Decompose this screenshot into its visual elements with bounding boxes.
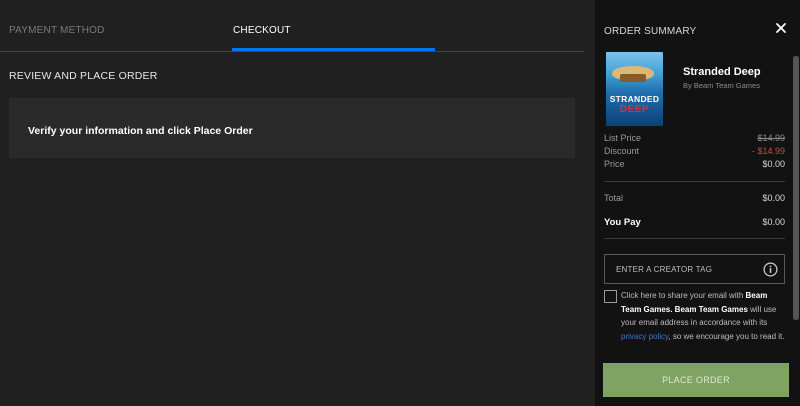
list-price-value: $14.99 [757, 133, 785, 143]
total-value: $0.00 [762, 193, 785, 203]
verify-message: Verify your information and click Place … [28, 125, 253, 137]
tab-checkout[interactable]: CHECKOUT [233, 25, 291, 36]
scrollbar-thumb[interactable] [793, 56, 799, 320]
game-developer: By Beam Team Games [683, 81, 760, 90]
discount-label: Discount [604, 146, 640, 156]
scroll-fade [595, 340, 795, 354]
checkout-tabs: PAYMENT METHOD CHECKOUT [0, 0, 584, 52]
checkout-main: PAYMENT METHOD CHECKOUT REVIEW AND PLACE… [0, 0, 595, 406]
close-icon [776, 23, 786, 33]
summary-divider [604, 181, 785, 182]
info-icon[interactable] [763, 262, 778, 277]
game-cover-image: STRANDED DEEP [606, 52, 663, 126]
creator-tag-input[interactable] [605, 255, 755, 283]
summary-divider [604, 238, 785, 239]
price-label: Price [604, 159, 625, 169]
creator-tag-field [604, 254, 785, 284]
you-pay-value: $0.00 [762, 217, 785, 227]
cover-raft-art [620, 74, 646, 82]
email-consent-checkbox[interactable] [604, 290, 617, 303]
active-tab-indicator [232, 48, 435, 51]
review-heading: REVIEW AND PLACE ORDER [9, 70, 158, 82]
order-summary-panel: ORDER SUMMARY STRANDED DEEP Stranded Dee… [595, 0, 800, 406]
consent-company-name: Beam Team Games [674, 304, 748, 314]
you-pay-label: You Pay [604, 217, 641, 228]
order-summary-title: ORDER SUMMARY [604, 26, 697, 37]
verify-panel: Verify your information and click Place … [9, 98, 575, 158]
consent-text-part: Click here to share your email with [621, 291, 744, 300]
cover-title-word-1: STRANDED [609, 94, 660, 104]
price-value: $0.00 [762, 159, 785, 169]
tab-payment-method[interactable]: PAYMENT METHOD [9, 25, 105, 36]
game-title: Stranded Deep [683, 66, 761, 78]
discount-value: - $14.99 [751, 146, 785, 156]
close-button[interactable] [773, 20, 789, 36]
place-order-button[interactable]: PLACE ORDER [603, 363, 789, 397]
list-price-label: List Price [604, 133, 642, 143]
cover-title-word-2: DEEP [619, 104, 650, 115]
total-label: Total [604, 193, 624, 203]
